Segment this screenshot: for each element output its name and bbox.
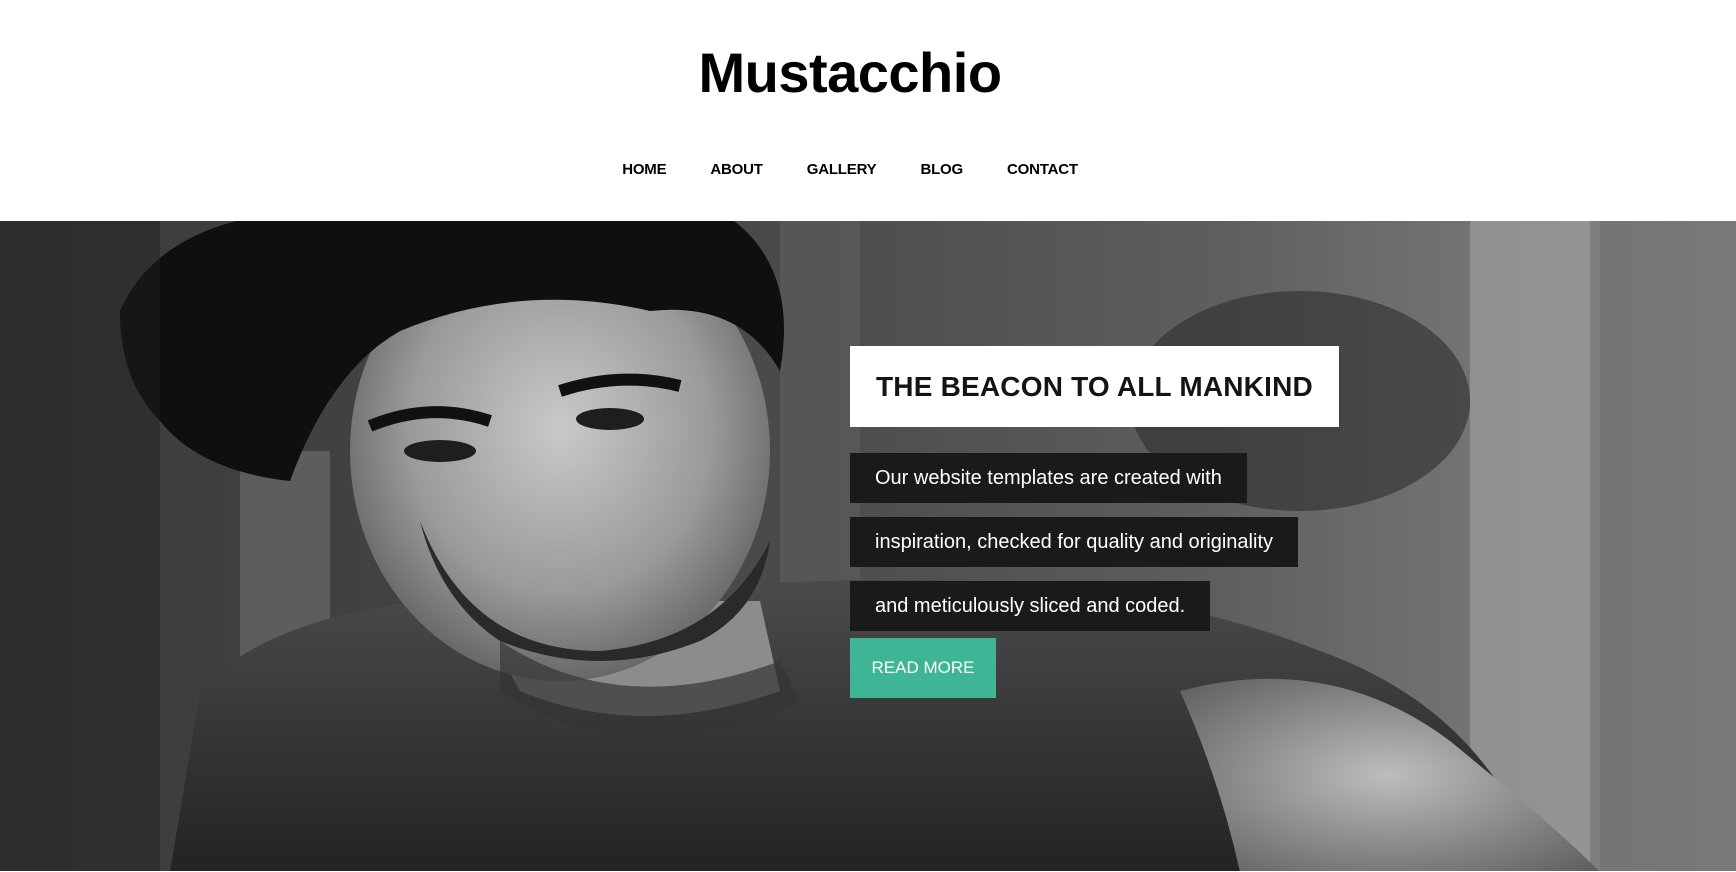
nav-about-link[interactable]: ABOUT [710,160,763,180]
hero-title-box: THE BEACON TO ALL MANKIND [850,346,1339,427]
hero-title: THE BEACON TO ALL MANKIND [876,370,1313,402]
hero-text: Our website templates are created with [875,466,1222,489]
page: Mustacchio HOME ABOUT GALLERY BLOG CONTA… [0,0,1736,872]
hero-text-line: Our website templates are created with [850,453,1247,503]
nav-contact-link[interactable]: CONTACT [1007,160,1078,180]
site-header: Mustacchio HOME ABOUT GALLERY BLOG CONTA… [0,0,1736,221]
hero-text-line: and meticulously sliced and coded. [850,581,1211,631]
nav-blog-link[interactable]: BLOG [920,160,963,180]
nav-home-link[interactable]: HOME [622,160,666,180]
site-logo[interactable]: Mustacchio [0,38,1700,108]
nav-gallery-link[interactable]: GALLERY [807,160,877,180]
main-nav: HOME ABOUT GALLERY BLOG CONTACT [0,160,1700,180]
hero-text: and meticulously sliced and coded. [875,594,1186,617]
hero-text: inspiration, checked for quality and ori… [875,530,1273,553]
hero-text-line: inspiration, checked for quality and ori… [850,517,1298,567]
read-more-button[interactable]: READ MORE [850,638,996,698]
hero-banner: THE BEACON TO ALL MANKIND Our website te… [0,221,1736,872]
